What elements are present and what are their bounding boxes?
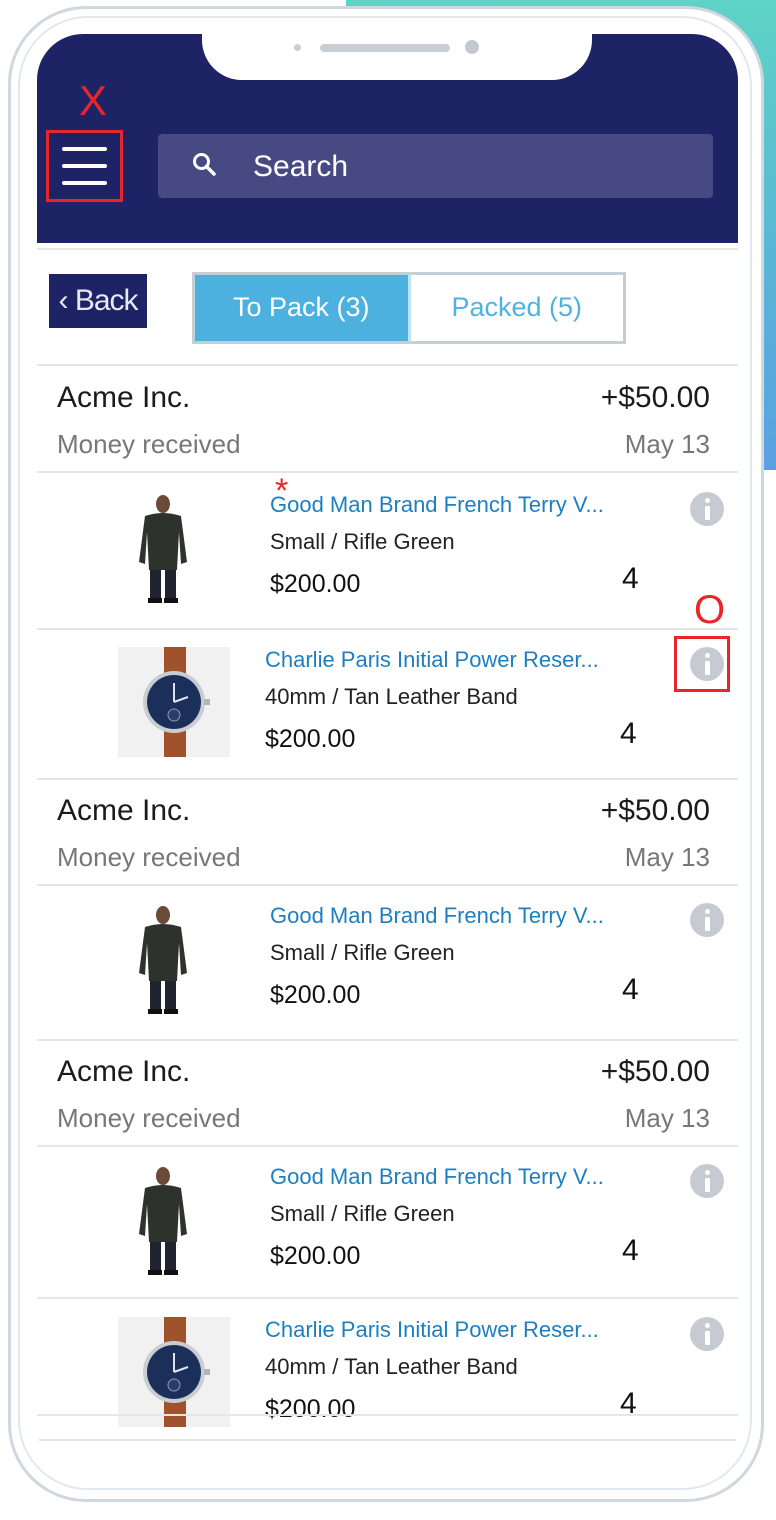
product-title-link[interactable]: Charlie Paris Initial Power Reser... xyxy=(265,647,599,673)
back-button[interactable]: ‹ Back xyxy=(49,274,147,328)
product-title-link[interactable]: Good Man Brand French Terry V... xyxy=(270,492,604,518)
order-item[interactable]: Good Man Brand French Terry V... Small / … xyxy=(37,885,738,1039)
camera-dot xyxy=(465,40,479,54)
tab-packed[interactable]: Packed (5) xyxy=(411,275,624,341)
app-header: X Search xyxy=(37,34,738,243)
search-input[interactable]: Search xyxy=(158,134,713,198)
product-quantity: 4 xyxy=(622,562,639,595)
order-item[interactable]: Charlie Paris Initial Power Reser... 40mm… xyxy=(37,629,738,778)
annotation-info-box xyxy=(674,636,730,692)
order-item[interactable]: Good Man Brand French Terry V... Small / … xyxy=(37,474,738,628)
company-name: Acme Inc. xyxy=(57,794,191,827)
order-header[interactable]: Acme Inc. +$50.00 Money received May 13 xyxy=(37,367,738,471)
annotation-info-marker: O xyxy=(694,588,726,632)
product-variant: Small / Rifle Green xyxy=(270,940,455,965)
payment-status: Money received xyxy=(57,1103,241,1133)
order-header[interactable]: Acme Inc. +$50.00 Money received May 13 xyxy=(37,780,738,884)
product-price: $200.00 xyxy=(270,981,361,1009)
product-thumbnail xyxy=(133,492,193,609)
sensor-dot xyxy=(294,44,301,51)
order-date: May 13 xyxy=(624,1103,710,1133)
speaker-grille xyxy=(320,44,450,52)
order-amount: +$50.00 xyxy=(600,381,710,414)
tab-to-pack[interactable]: To Pack (3) xyxy=(195,275,411,341)
info-icon[interactable] xyxy=(690,492,724,526)
info-icon[interactable] xyxy=(690,903,724,937)
annotation-title-marker: * xyxy=(275,472,289,510)
chevron-left-icon: ‹ xyxy=(58,284,68,317)
product-price: $200.00 xyxy=(270,570,361,598)
order-item[interactable]: Good Man Brand French Terry V... Small / … xyxy=(37,1146,738,1297)
hamburger-menu-icon[interactable] xyxy=(46,130,123,202)
info-icon[interactable] xyxy=(690,1164,724,1198)
company-name: Acme Inc. xyxy=(57,381,191,414)
order-header[interactable]: Acme Inc. +$50.00 Money received May 13 xyxy=(37,1041,738,1145)
product-title-link[interactable]: Good Man Brand French Terry V... xyxy=(270,1164,604,1190)
product-quantity: 4 xyxy=(620,717,637,750)
order-amount: +$50.00 xyxy=(600,1055,710,1088)
product-thumbnail xyxy=(133,903,193,1020)
order-date: May 13 xyxy=(624,842,710,872)
payment-status: Money received xyxy=(57,429,241,459)
order-date: May 13 xyxy=(624,429,710,459)
product-price: $200.00 xyxy=(270,1242,361,1270)
info-icon[interactable] xyxy=(690,1317,724,1351)
order-amount: +$50.00 xyxy=(600,794,710,827)
order-item[interactable]: Charlie Paris Initial Power Reser... 40mm… xyxy=(37,1299,738,1439)
product-title-link[interactable]: Good Man Brand French Terry V... xyxy=(270,903,604,929)
product-price: $200.00 xyxy=(265,725,356,753)
product-variant: Small / Rifle Green xyxy=(270,529,455,554)
app-screen: X Search ‹ Back To Pack (3) Packed (5) A… xyxy=(37,34,738,1474)
product-variant: 40mm / Tan Leather Band xyxy=(265,684,518,709)
phone-notch xyxy=(202,34,592,80)
product-quantity: 4 xyxy=(622,1234,639,1267)
product-title-link[interactable]: Charlie Paris Initial Power Reser... xyxy=(265,1317,599,1343)
annotation-menu-marker: X xyxy=(79,77,108,124)
search-placeholder: Search xyxy=(253,150,349,183)
product-price: $200.00 xyxy=(265,1395,356,1423)
status-tabs: To Pack (3) Packed (5) xyxy=(192,272,626,344)
payment-status: Money received xyxy=(57,842,241,872)
product-quantity: 4 xyxy=(622,973,639,1006)
list-bottom-divider xyxy=(37,1414,738,1416)
back-label: Back xyxy=(74,284,139,317)
product-variant: Small / Rifle Green xyxy=(270,1201,455,1226)
product-thumbnail xyxy=(118,647,230,762)
product-thumbnail xyxy=(133,1164,193,1281)
search-icon xyxy=(193,153,216,176)
product-variant: 40mm / Tan Leather Band xyxy=(265,1354,518,1379)
company-name: Acme Inc. xyxy=(57,1055,191,1088)
